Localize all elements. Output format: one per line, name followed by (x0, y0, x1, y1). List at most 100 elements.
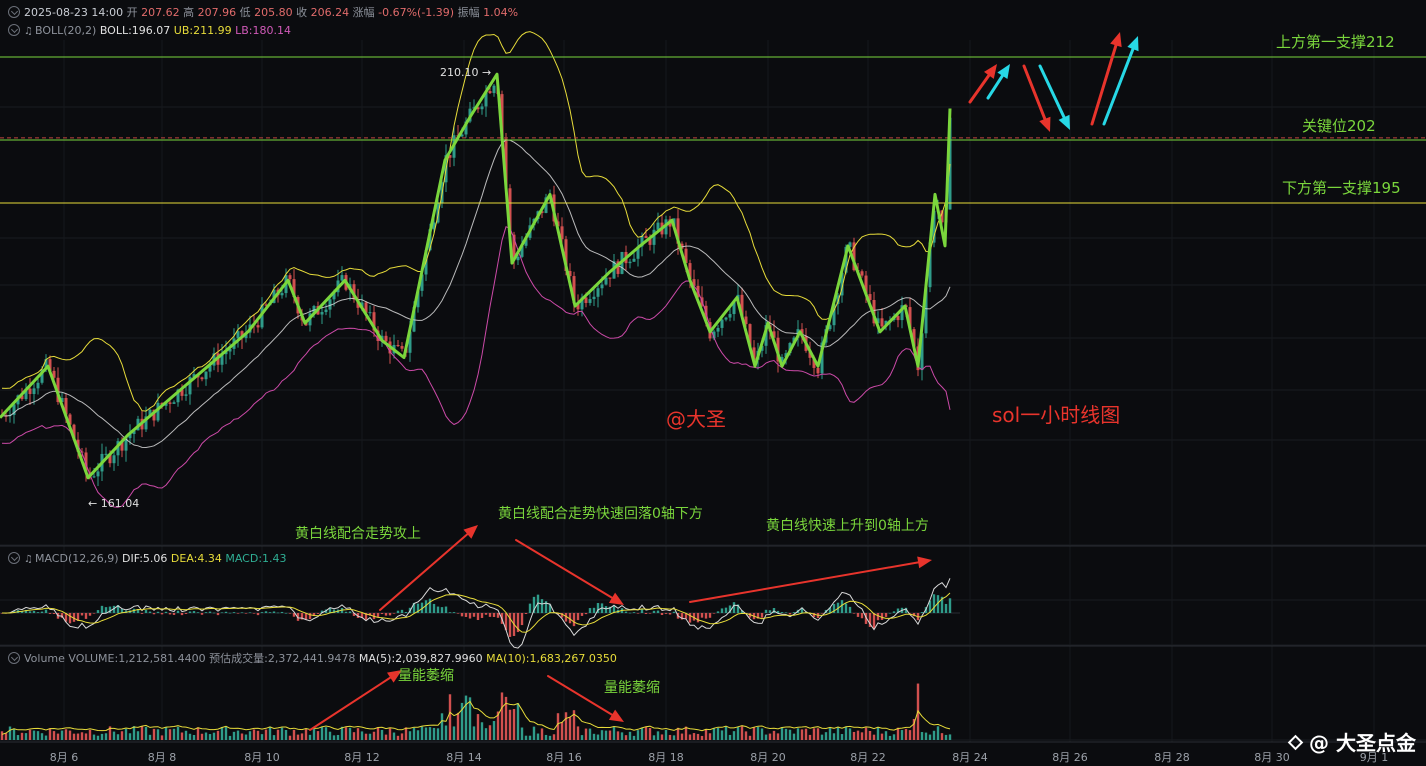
open-label: 开 (126, 6, 138, 19)
volume-bar (12, 728, 16, 740)
volume-bar (640, 727, 644, 740)
volume-bar (216, 730, 220, 740)
volume-bar (856, 730, 860, 740)
volume-bar (104, 733, 108, 740)
volume-bar (116, 734, 120, 740)
volume-bar (820, 734, 824, 740)
collapse-icon[interactable] (8, 652, 20, 664)
volume-bar (344, 727, 348, 740)
macd-histogram-bar (488, 613, 492, 617)
volume-bar (564, 712, 568, 740)
volume-bar (408, 731, 412, 740)
volume-bar (136, 731, 140, 740)
macd-histogram-bar (440, 607, 444, 613)
volume-bar (800, 729, 804, 740)
volume-bar (724, 726, 728, 740)
volume-bar (544, 734, 548, 740)
collapse-icon[interactable] (8, 6, 20, 18)
boll-name: BOLL(20,2) (34, 24, 97, 37)
volume-bar (500, 692, 504, 740)
volume-bar (96, 735, 100, 740)
volume-bar (924, 732, 928, 740)
macd-histogram-bar (888, 612, 892, 614)
volume-bar (580, 735, 584, 740)
macd-histogram-bar (260, 612, 264, 613)
macd-histogram-bar (760, 613, 764, 618)
volume-bar (680, 733, 684, 740)
close-value: 206.24 (310, 6, 350, 19)
candle-body (168, 402, 172, 404)
alert-icon[interactable]: ♫ (24, 554, 33, 565)
volume-bar (188, 733, 192, 740)
volume-bar (732, 731, 736, 740)
macd-histogram-bar (40, 611, 44, 613)
macd-histogram-bar (388, 613, 392, 616)
macd-histogram-bar (52, 613, 56, 614)
candle-body (204, 371, 208, 380)
volume-bar (340, 726, 344, 740)
candles (0, 82, 952, 486)
volume-bar (592, 733, 596, 740)
volume-bar (480, 722, 484, 740)
bollinger-bands (1, 31, 951, 508)
volume-bar (908, 730, 912, 740)
macd-histogram-bar (164, 611, 168, 613)
volume-bar (656, 731, 660, 740)
collapse-icon[interactable] (8, 24, 20, 36)
volume-bar (240, 733, 244, 740)
volume-bar (40, 733, 44, 740)
macd-histogram-bar (688, 613, 692, 623)
volume-bar (428, 727, 432, 740)
boll-upper-band (1, 31, 951, 412)
volume-bar (852, 731, 856, 740)
macd-histogram-bar (792, 612, 796, 613)
volume-bar (704, 729, 708, 740)
candle-body (200, 377, 204, 380)
macd-histogram-bar (92, 613, 96, 614)
arrow-macd-2-head (608, 592, 624, 605)
volume-bar (644, 726, 648, 740)
macd-histogram-bar (468, 613, 472, 619)
volume-note-2: 量能萎缩 (604, 680, 660, 696)
volume-bar (652, 735, 656, 740)
volume-bar (804, 728, 808, 740)
volume-bar (560, 722, 564, 740)
macd-value: MACD:1.43 (225, 552, 287, 565)
volume-bar (200, 733, 204, 740)
macd-histogram-bar (456, 613, 460, 614)
macd-histogram-bar (472, 613, 476, 617)
volume-bar (60, 730, 64, 740)
macd-histogram-bar (884, 613, 888, 617)
high-value: 207.96 (197, 6, 237, 19)
volume-bar (168, 729, 172, 740)
alert-icon[interactable]: ♫ (24, 26, 33, 37)
macd-histogram-bar (348, 611, 352, 613)
volume-bar (36, 731, 40, 740)
macd-histogram-bar (704, 613, 708, 619)
x-tick: 8月 20 (750, 751, 786, 764)
volume-bar (412, 727, 416, 740)
volume-bar (452, 726, 456, 740)
volume-bar (708, 733, 712, 740)
volume-bar (936, 726, 940, 740)
boll-ub: UB:211.99 (173, 24, 232, 37)
candle-body (368, 312, 372, 314)
arrow-up-red-head (984, 64, 997, 79)
macd-histogram-bar (784, 612, 788, 614)
volume-bar (416, 730, 420, 740)
candle-body (92, 476, 96, 478)
collapse-icon[interactable] (8, 552, 20, 564)
macd-histogram-bar (28, 611, 32, 613)
macd-histogram-bar (236, 613, 240, 614)
macd-histogram-bar (660, 613, 664, 616)
chart-title: sol一小时线图 (992, 403, 1121, 427)
volume-bar (484, 728, 488, 740)
author-label: @大圣 (666, 407, 726, 431)
volume-estimate: 预估成交量:2,372,441.9478 (209, 652, 356, 665)
volume-bar (20, 732, 24, 740)
volume-bar (776, 733, 780, 740)
volume-bar (68, 730, 72, 740)
volume-bar (796, 728, 800, 740)
change-value: -0.67%(-1.39) (378, 6, 455, 19)
volume-bar (176, 726, 180, 740)
